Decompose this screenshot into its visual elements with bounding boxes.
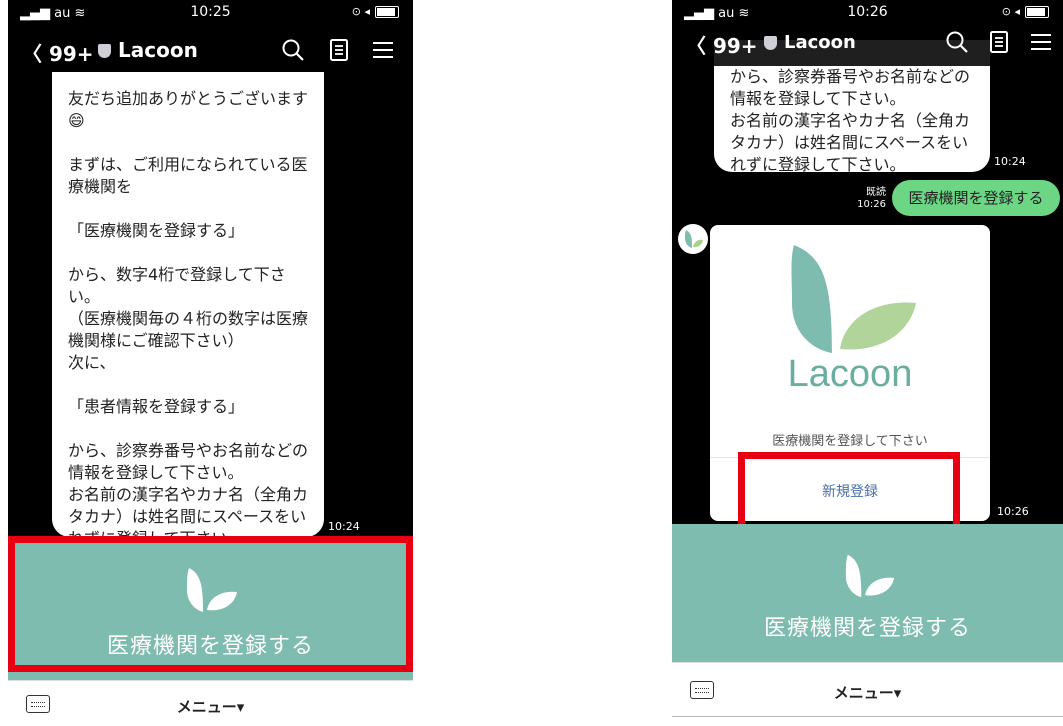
message-bubble: 友だち追加ありがとうございます 😄 まずは、ご利用になられている医療機関を 「医… <box>52 72 324 548</box>
lacoon-leaf-icon <box>187 568 237 612</box>
bottom-menu-bar: メニュー▾ <box>672 662 1063 716</box>
phone-screen-right: ▂▄▆ au ≋ 10:26 ⊙ ◂ から、診察券番号やお名前などの情報を登録し… <box>672 0 1063 717</box>
search-icon[interactable] <box>280 37 306 63</box>
hamburger-menu-icon[interactable] <box>1028 29 1054 55</box>
notes-icon[interactable] <box>326 37 352 63</box>
menu-toggle[interactable]: メニュー▾ <box>8 696 413 717</box>
rich-menu-label: 医療機関を登録する <box>106 634 314 659</box>
message-time: 10:24 <box>328 520 360 533</box>
lacoon-leaf-icon <box>845 554 895 598</box>
shield-icon <box>764 36 777 50</box>
menu-toggle[interactable]: メニュー▾ <box>672 682 1063 703</box>
phone-screen-left: ▂▄▆ au ≋ 10:25 ⊙ ◂ 〈 99+ Lacoon 友だち追加ありが… <box>8 0 413 726</box>
battery-icon <box>375 5 399 18</box>
rich-menu-register-clinic[interactable]: 医療機関を登録する <box>8 538 413 680</box>
status-bar: ▂▄▆ au ≋ 10:25 ⊙ ◂ <box>8 0 413 26</box>
new-registration-button[interactable]: 新規登録 <box>710 481 990 501</box>
rich-menu-register-clinic[interactable]: 医療機関を登録する <box>672 524 1063 662</box>
chat-title: Lacoon <box>784 32 856 53</box>
unread-count: 99+ <box>712 34 758 58</box>
message-time: 10:24 <box>994 155 1026 168</box>
read-label: 既読 <box>866 187 886 198</box>
chat-header: 〈 99+ Lacoon <box>8 28 413 72</box>
status-icons: ⊙ ◂ <box>1002 5 1049 18</box>
hamburger-menu-icon[interactable] <box>370 37 396 63</box>
message-text: 友だち追加ありがとうございます 😄 まずは、ご利用になられている医療機関を 「医… <box>68 89 309 548</box>
chat-title: Lacoon <box>118 38 198 62</box>
message-text: から、診察券番号やお名前などの情報を登録して下さい。 お名前の漢字名やカナ名（全… <box>730 67 971 174</box>
status-icons: ⊙ ◂ <box>352 5 399 18</box>
lacoon-logo-icon <box>791 245 916 353</box>
sent-message-bubble: 医療機関を登録する <box>892 180 1060 216</box>
lacoon-avatar[interactable] <box>678 224 708 254</box>
chat-header: 〈 99+ Lacoon <box>672 20 1063 66</box>
sent-message-text: 医療機関を登録する <box>908 189 1044 207</box>
sent-time: 10:26 <box>857 199 886 210</box>
card-logo-text: Lacoon <box>787 353 913 395</box>
flex-message-card: Lacoon 医療機関を登録して下さい 新規登録 <box>710 225 990 521</box>
bottom-menu-bar: メニュー▾ <box>8 680 413 726</box>
card-time: 10:26 <box>997 505 1029 518</box>
shield-icon <box>98 44 111 58</box>
card-divider <box>710 457 990 458</box>
unread-count: 99+ <box>48 42 94 66</box>
read-receipt: 既読 10:26 <box>850 187 886 211</box>
card-prompt: 医療機関を登録して下さい <box>772 434 928 449</box>
search-icon[interactable] <box>944 29 970 55</box>
back-button[interactable]: 〈 99+ <box>686 30 758 59</box>
battery-icon <box>1025 5 1049 18</box>
notes-icon[interactable] <box>986 29 1012 55</box>
rich-menu-label: 医療機関を登録する <box>763 616 971 641</box>
back-button[interactable]: 〈 99+ <box>22 38 94 67</box>
